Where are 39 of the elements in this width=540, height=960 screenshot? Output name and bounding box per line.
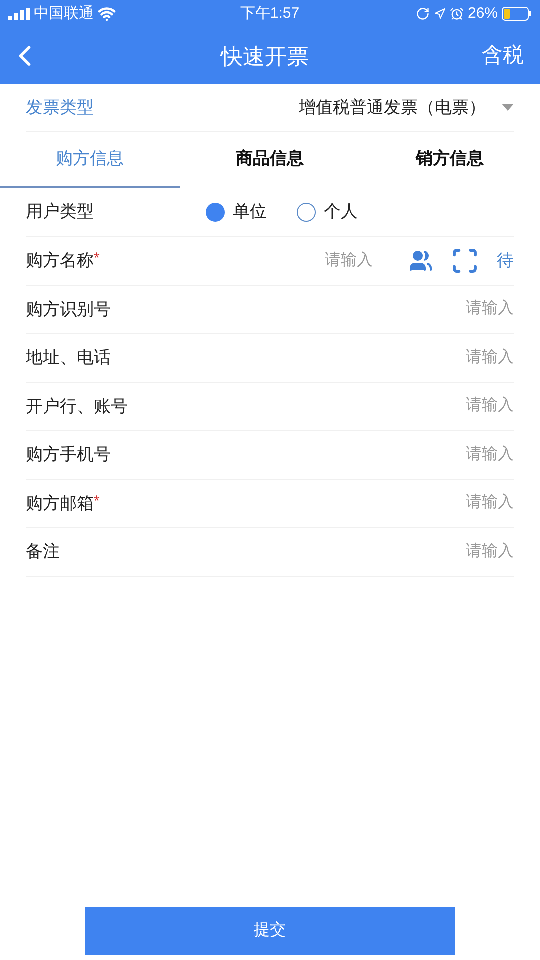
location-icon (434, 8, 446, 20)
tab[interactable]: 销方信息 (360, 132, 540, 188)
field-label: 用户类型 (26, 201, 95, 224)
dropdown-caret-icon (502, 104, 514, 112)
radio-option[interactable]: 单位 (206, 199, 267, 225)
field-label: 开户行、账号 (26, 396, 128, 418)
battery-icon (502, 7, 532, 21)
input-field[interactable]: 请输入 (364, 442, 514, 467)
tax-included-button[interactable]: 含税 (482, 40, 532, 72)
input-field[interactable]: 请输入 (364, 297, 514, 322)
invoice-type-dropdown[interactable]: 增值税普通发票（电票） (299, 94, 514, 120)
radio-option[interactable]: 个人 (297, 199, 358, 225)
required-mark: * (94, 492, 100, 512)
wifi-icon (98, 5, 116, 23)
field-label: 备注 (26, 541, 60, 563)
submit-button[interactable]: 提交 (85, 907, 455, 955)
contacts-icon[interactable] (409, 248, 433, 273)
required-mark: * (94, 249, 100, 269)
input-field[interactable]: 请输入 (364, 394, 514, 418)
field-label: 购方识别号 (26, 298, 111, 320)
field-label: 购方邮箱 (26, 492, 94, 514)
input-field[interactable]: 请输入 (364, 491, 514, 516)
scan-icon[interactable] (451, 246, 479, 275)
tab[interactable]: 购方信息 (0, 132, 180, 188)
tab[interactable]: 商品信息 (180, 132, 360, 188)
input-field[interactable]: 请输入 (364, 540, 514, 564)
signal-icon (8, 8, 30, 20)
carrier-name: 中国联通 (34, 4, 94, 24)
alarm-icon (450, 7, 464, 21)
field-label: 地址、电话 (26, 347, 111, 369)
battery-percent: 26% (468, 4, 498, 24)
field-label: 购方手机号 (26, 444, 111, 466)
invoice-type-label: 发票类型 (26, 96, 95, 119)
status-time: 下午1:57 (239, 4, 301, 24)
pending-label[interactable]: 待 (497, 248, 514, 274)
page-title: 快速开票 (220, 42, 310, 70)
input-field[interactable]: 请输入 (243, 248, 373, 273)
field-label: 购方名称 (26, 250, 94, 272)
input-field[interactable]: 请输入 (364, 346, 514, 370)
